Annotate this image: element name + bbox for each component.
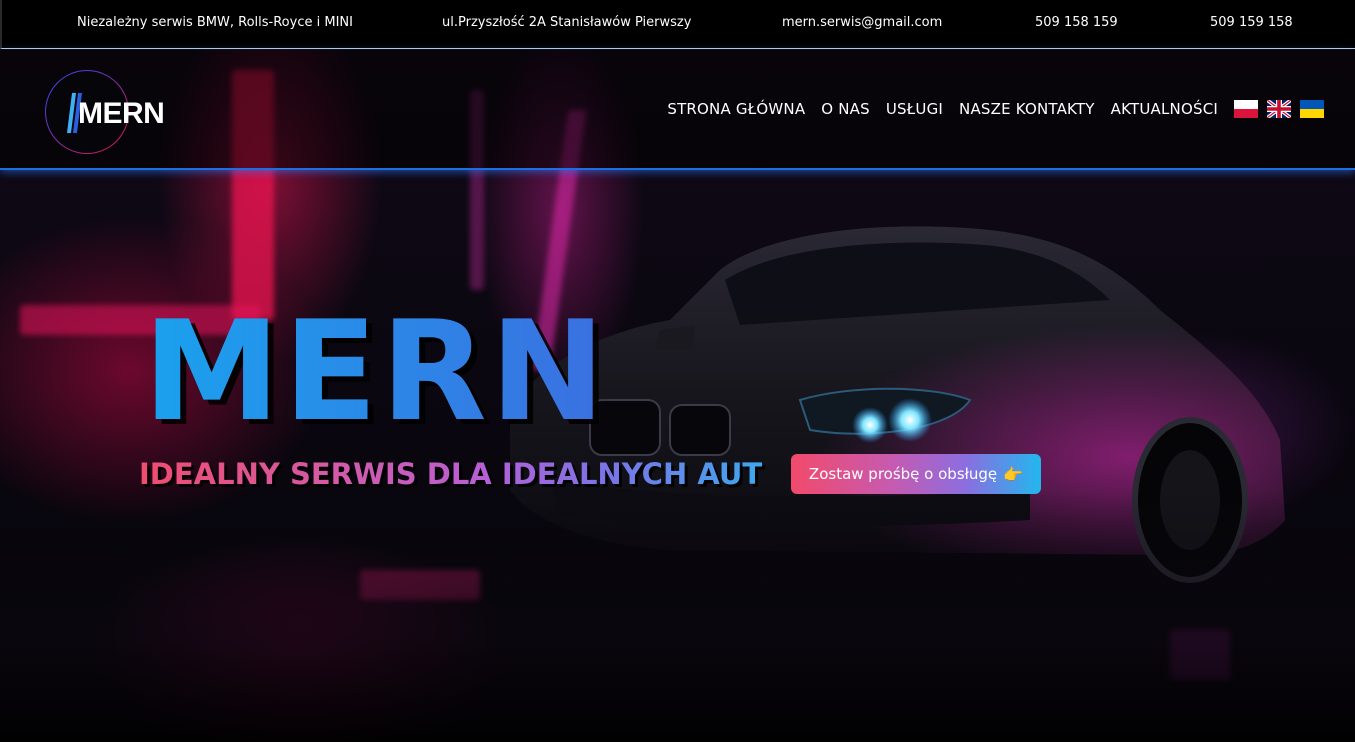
- service-request-button[interactable]: Zostaw prośbę o obsługę 👉: [791, 454, 1041, 494]
- flag-ua-icon[interactable]: [1300, 100, 1324, 118]
- logo-text: MERN: [78, 97, 165, 130]
- tagline-text: Niezależny serwis BMW, Rolls-Royce i MIN…: [77, 15, 353, 30]
- cta-label: Zostaw prośbę o obsługę: [808, 465, 998, 483]
- navbar: MERN STRONA GŁÓWNA O NAS USŁUGI NASZE KO…: [0, 50, 1355, 170]
- wet-floor: [0, 490, 1355, 742]
- logo[interactable]: MERN: [45, 70, 165, 154]
- phone-link-1[interactable]: 509 158 159: [1035, 15, 1118, 30]
- top-info-bar: Niezależny serwis BMW, Rolls-Royce i MIN…: [0, 0, 1355, 49]
- nav-item-contacts[interactable]: NASZE KONTAKTY: [959, 100, 1095, 118]
- hero-title: MERN: [143, 291, 609, 452]
- email-link[interactable]: mern.serwis@gmail.com: [782, 15, 942, 30]
- address-text: ul.Przyszłość 2A Stanisławów Pierwszy: [442, 15, 692, 30]
- nav-item-home[interactable]: STRONA GŁÓWNA: [667, 100, 805, 118]
- flag-gb-icon[interactable]: [1267, 100, 1291, 118]
- language-switcher: [1234, 100, 1324, 118]
- nav-item-news[interactable]: AKTUALNOŚCI: [1111, 100, 1218, 118]
- pointing-hand-icon: 👉: [1003, 464, 1024, 484]
- main-nav: STRONA GŁÓWNA O NAS USŁUGI NASZE KONTAKT…: [667, 100, 1218, 118]
- flag-pl-icon[interactable]: [1234, 100, 1258, 118]
- nav-item-services[interactable]: USŁUGI: [886, 100, 943, 118]
- hero-subtitle: IDEALNY SERWIS DLA IDEALNYCH AUT: [139, 457, 763, 491]
- nav-item-about[interactable]: O NAS: [821, 100, 870, 118]
- phone-link-2[interactable]: 509 159 158: [1210, 15, 1293, 30]
